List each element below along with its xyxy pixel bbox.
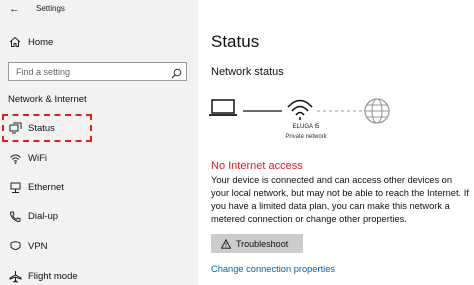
sidebar: ← Settings Home Network & Internet Statu… <box>0 0 198 285</box>
sidebar-item-vpn[interactable]: VPN <box>0 235 198 257</box>
search-icon[interactable] <box>171 66 182 79</box>
main-content: Status Network status ELUGA I5 Private n… <box>198 0 474 285</box>
section-header: Network & Internet <box>8 94 87 105</box>
network-diagram <box>209 98 390 124</box>
globe-icon <box>364 98 390 124</box>
sidebar-item-flight-mode[interactable]: Flight mode <box>0 265 198 285</box>
airplane-icon <box>8 269 22 283</box>
sidebar-item-label: WiFi <box>28 152 47 164</box>
status-description: Your device is connected and can access … <box>211 175 469 224</box>
no-internet-alert: No Internet access <box>211 160 303 172</box>
search-input[interactable] <box>9 63 169 80</box>
troubleshoot-button[interactable]: Troubleshoot <box>211 234 303 253</box>
troubleshoot-label: Troubleshoot <box>236 238 289 249</box>
sidebar-item-label: Dial-up <box>28 210 59 222</box>
network-type: Private network <box>285 134 327 140</box>
dial-up-icon <box>8 209 22 223</box>
sidebar-item-label: VPN <box>28 240 48 252</box>
sidebar-item-dial-up[interactable]: Dial-up <box>0 205 198 227</box>
sidebar-item-label: Ethernet <box>28 181 64 193</box>
network-name: ELUGA I5 <box>292 124 320 130</box>
page-title: Status <box>211 32 260 51</box>
wifi-icon <box>8 151 22 165</box>
sidebar-item-home[interactable]: Home <box>0 31 198 53</box>
change-connection-properties-link[interactable]: Change connection properties <box>211 264 335 274</box>
search-box[interactable] <box>8 62 187 81</box>
computer-icon <box>209 99 237 116</box>
sidebar-item-label: Home <box>28 36 54 48</box>
wifi-signal-icon <box>287 99 313 120</box>
window-title: Settings <box>36 4 65 13</box>
title-bar: ← Settings <box>0 0 198 20</box>
sidebar-item-ethernet[interactable]: Ethernet <box>0 176 198 198</box>
sidebar-item-wifi[interactable]: WiFi <box>0 147 198 169</box>
home-icon <box>8 35 22 49</box>
vpn-icon <box>8 239 22 253</box>
back-arrow-icon[interactable]: ← <box>9 3 20 15</box>
ethernet-icon <box>8 180 22 194</box>
sidebar-item-label: Flight mode <box>28 270 78 282</box>
network-status-heading: Network status <box>211 66 284 78</box>
warning-icon <box>221 238 231 249</box>
selection-highlight <box>2 114 92 142</box>
